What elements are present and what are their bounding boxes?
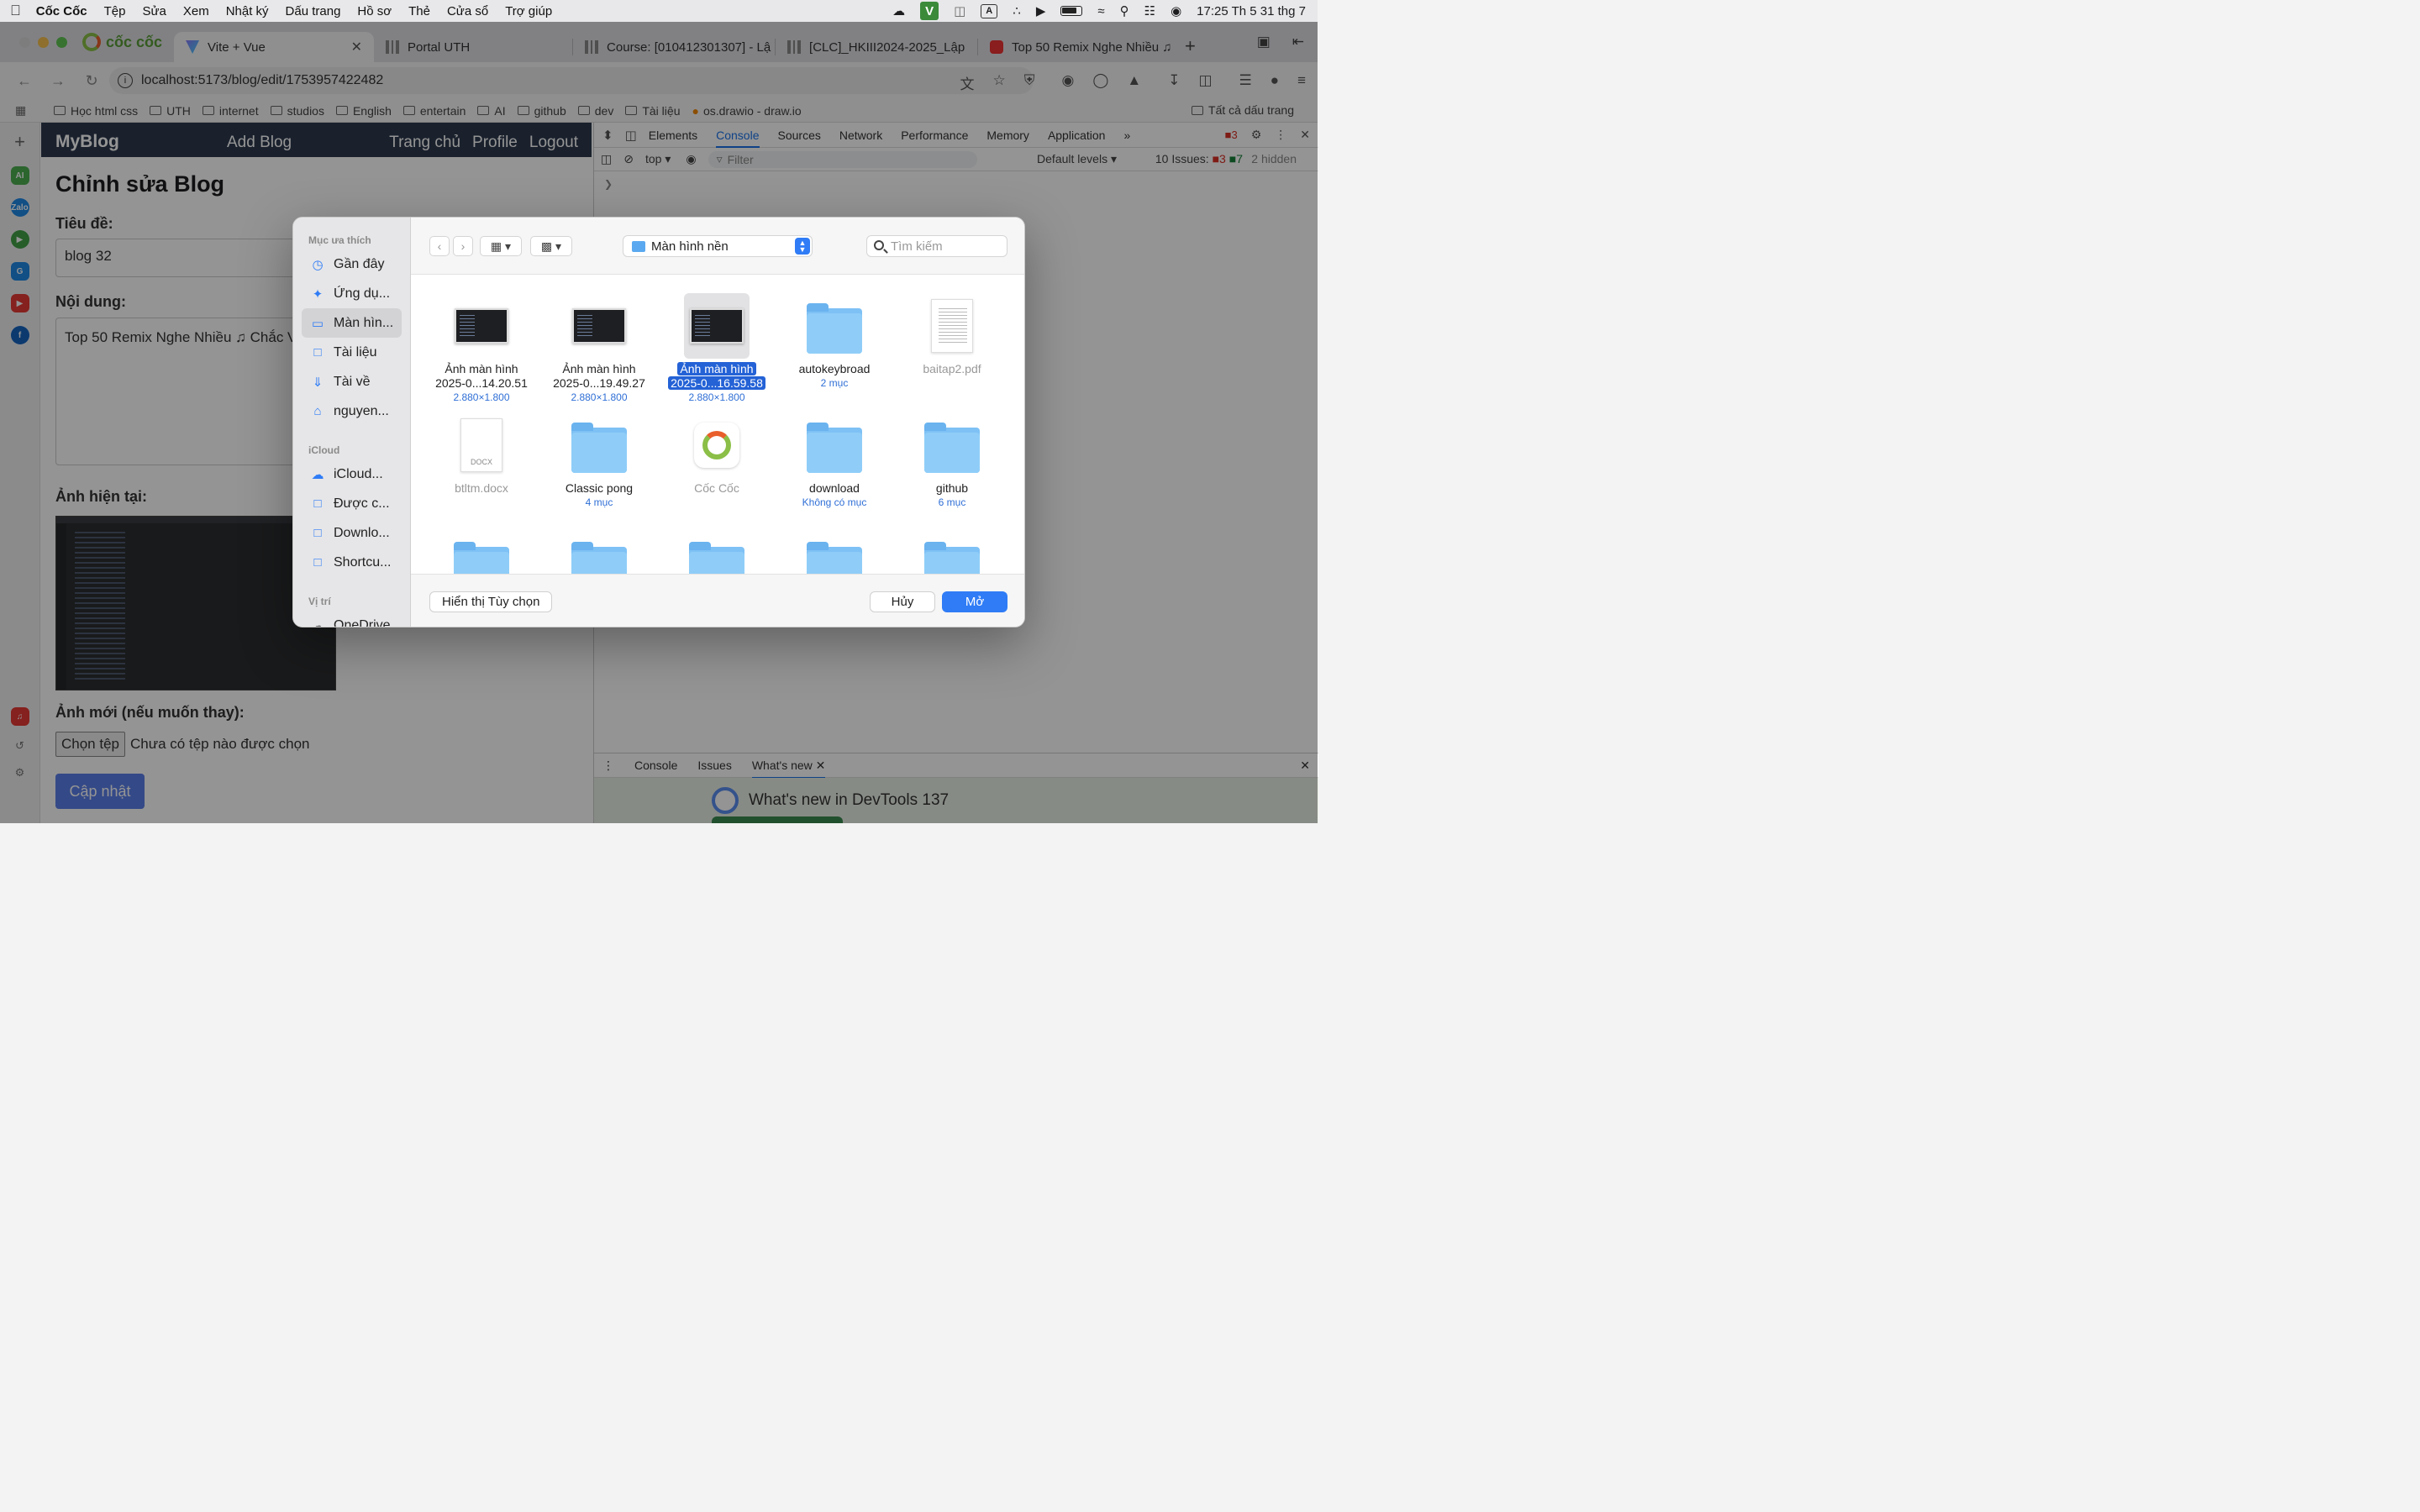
folder-icon: □ [313, 526, 322, 540]
desktop-icon: ▭ [311, 316, 324, 331]
locations-header: Vị trí [308, 596, 331, 607]
menu-file[interactable]: Tệp [104, 4, 126, 18]
sidebar-item-downloads-icloud[interactable]: □ Downlo... [302, 518, 402, 548]
sidebar-item-home[interactable]: ⌂ nguyen... [302, 396, 402, 426]
file-item[interactable]: baitap2.pdf [893, 293, 1011, 376]
dialog-sidebar: Mục ưa thích ◷ Gần đây ✦ Ứng dụ... ▭ Màn hì… [293, 218, 411, 627]
sidebar-item-downloads[interactable]: ⇓ Tài về [302, 367, 402, 396]
location-select[interactable]: Màn hình nền ▲ ▼ [623, 235, 813, 257]
group-mode-button[interactable]: ▩ ▾ [530, 236, 572, 256]
sidebar-item-icloud-drive[interactable]: ☁ iCloud... [302, 459, 402, 489]
coccoc-app-icon [694, 423, 739, 468]
dialog-footer: Hiển thị Tùy chọn Hủy Mở [411, 574, 1024, 627]
folder-item[interactable] [540, 532, 658, 574]
menu-window[interactable]: Cửa sổ [447, 4, 488, 18]
cancel-button[interactable]: Hủy [870, 591, 935, 612]
folder-icon [571, 423, 627, 473]
back-icon[interactable]: ‹ [429, 236, 450, 256]
shared-folder-icon: □ [313, 496, 322, 511]
sidebar-item-onedrive[interactable]: ☁ OneDrive [302, 611, 402, 627]
image-thumbnail-icon [455, 308, 508, 344]
sidebar-item-desktop[interactable]: ▭ Màn hìn... [302, 308, 402, 338]
dialog-toolbar: ‹ › ▦ ▾ ▩ ▾ Màn hình nền ▲ ▼ Tìm kiếm [411, 218, 1024, 275]
battery-icon[interactable] [1060, 6, 1083, 16]
menubar-clock[interactable]: 17:25 Th 5 31 thg 7 [1197, 4, 1306, 18]
play-icon[interactable]: ▶ [1036, 3, 1046, 18]
folder-item[interactable]: download Không có mục [776, 412, 893, 508]
v-app-icon[interactable]: V [920, 2, 939, 20]
menu-tab[interactable]: Thẻ [408, 4, 430, 18]
pdf-icon [931, 299, 973, 353]
favorites-header: Mục ưa thích [308, 234, 371, 246]
folder-item[interactable] [423, 532, 540, 574]
folder-icon [807, 542, 862, 574]
chevron-updown-icon: ▲ ▼ [795, 238, 810, 255]
dialog-main: ‹ › ▦ ▾ ▩ ▾ Màn hình nền ▲ ▼ Tìm kiếm Ảnh… [411, 218, 1024, 627]
file-item[interactable]: Ảnh màn hình 2025-0...14.20.51 2.880×1.80… [423, 293, 540, 403]
forward-icon[interactable]: › [453, 236, 473, 256]
sidebar-item-applications[interactable]: ✦ Ứng dụ... [302, 279, 402, 308]
image-thumbnail-icon [690, 308, 744, 344]
folder-icon [807, 423, 862, 473]
folder-item[interactable]: Classic pong 4 mục [540, 412, 658, 508]
folder-icon [807, 303, 862, 354]
folder-icon [924, 423, 980, 473]
menu-profiles[interactable]: Hồ sơ [357, 4, 392, 18]
menu-edit[interactable]: Sửa [142, 4, 166, 18]
folder-icon [454, 542, 509, 574]
menu-app-name[interactable]: Cốc Cốc [36, 4, 87, 18]
apple-menu-icon[interactable]:  [10, 3, 21, 19]
macos-menubar:  Cốc Cốc Tệp Sửa Xem Nhật ký Dấu trang … [0, 0, 1318, 22]
folder-icon: □ [313, 555, 322, 570]
menu-view[interactable]: Xem [183, 4, 209, 18]
sidebar-item-shared[interactable]: □ Được c... [302, 489, 402, 518]
cloud-icon: ☁ [311, 467, 324, 482]
control-center-icon[interactable]: ☷ [1144, 3, 1155, 18]
folder-item[interactable] [658, 532, 776, 574]
folder-item[interactable] [776, 532, 893, 574]
clock-icon: ◷ [312, 257, 324, 272]
home-icon: ⌂ [313, 404, 322, 418]
applications-icon: ✦ [312, 286, 324, 302]
window-icon[interactable]: ◫ [954, 3, 965, 18]
spotlight-search-icon[interactable]: ⚲ [1120, 3, 1129, 18]
file-item-selected[interactable]: Ảnh màn hình 2025-0...16.59.58 2.880×1.80… [658, 293, 776, 403]
dots-icon[interactable]: ∴ [1013, 3, 1021, 18]
download-circle-icon: ⇓ [312, 375, 324, 390]
file-grid: Ảnh màn hình 2025-0...14.20.51 2.880×1.80… [411, 275, 1024, 574]
folder-icon [632, 240, 645, 252]
file-item[interactable]: Ảnh màn hình 2025-0...19.49.27 2.880×1.80… [540, 293, 658, 403]
menu-help[interactable]: Trợ giúp [505, 4, 552, 18]
view-mode-button[interactable]: ▦ ▾ [480, 236, 522, 256]
sidebar-item-recents[interactable]: ◷ Gần đây [302, 249, 402, 279]
folder-icon [689, 542, 744, 574]
folder-item[interactable]: github 6 mục [893, 412, 1011, 508]
input-source-icon[interactable]: A [981, 3, 998, 18]
search-icon [874, 240, 884, 250]
document-icon: □ [313, 345, 322, 360]
show-options-button[interactable]: Hiển thị Tùy chọn [429, 591, 553, 612]
open-button[interactable]: Mở [942, 591, 1007, 612]
sidebar-item-documents[interactable]: □ Tài liệu [302, 338, 402, 367]
menu-bookmarks[interactable]: Dấu trang [286, 4, 341, 18]
cloud-icon: ☁ [311, 618, 324, 627]
cloud-icon[interactable]: ☁ [892, 3, 905, 18]
folder-item[interactable] [893, 532, 1011, 574]
image-thumbnail-icon [572, 308, 626, 344]
wifi-icon[interactable]: ≈ [1097, 4, 1104, 18]
siri-icon[interactable]: ◉ [1171, 3, 1181, 18]
sidebar-item-shortcuts[interactable]: □ Shortcu... [302, 548, 402, 577]
file-open-dialog: Mục ưa thích ◷ Gần đây ✦ Ứng dụ... ▭ Màn hì… [292, 217, 1025, 627]
file-item[interactable]: DOCX btltm.docx [423, 412, 540, 496]
folder-icon [924, 542, 980, 574]
app-item[interactable]: Cốc Cốc [658, 412, 776, 496]
icloud-header: iCloud [308, 444, 340, 456]
menu-history[interactable]: Nhật ký [226, 4, 269, 18]
docx-icon: DOCX [460, 418, 502, 472]
folder-icon [571, 542, 627, 574]
search-field[interactable]: Tìm kiếm [866, 235, 1007, 257]
folder-item[interactable]: autokeybroad 2 mục [776, 293, 893, 389]
